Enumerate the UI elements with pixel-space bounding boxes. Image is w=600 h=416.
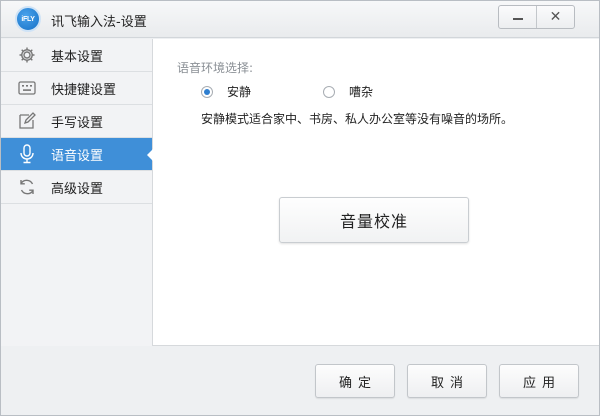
pen-icon bbox=[17, 111, 37, 131]
radio-label: 安静 bbox=[227, 85, 252, 99]
radio-noisy[interactable]: 嘈杂 bbox=[323, 83, 373, 100]
section-label: 语音环境选择: bbox=[177, 61, 254, 75]
minimize-button[interactable] bbox=[499, 6, 536, 28]
settings-window: iFLY 讯飞输入法-设置 ✕ 基本设置 快捷键设置 手写设置 语音设置 高级设… bbox=[0, 0, 600, 416]
close-button[interactable]: ✕ bbox=[536, 6, 574, 28]
sidebar-item-hotkeys[interactable]: 快捷键设置 bbox=[1, 72, 152, 105]
refresh-icon bbox=[17, 177, 37, 197]
radio-quiet[interactable]: 安静 bbox=[201, 83, 251, 100]
apply-button[interactable]: 应用 bbox=[499, 364, 579, 398]
cancel-button[interactable]: 取消 bbox=[407, 364, 487, 398]
sidebar: 基本设置 快捷键设置 手写设置 语音设置 高级设置 bbox=[1, 39, 153, 346]
volume-calibrate-button[interactable]: 音量校准 bbox=[279, 197, 469, 243]
window-controls: ✕ bbox=[498, 5, 575, 29]
microphone-icon bbox=[17, 144, 37, 164]
radio-button[interactable] bbox=[323, 85, 335, 98]
sidebar-item-handwriting[interactable]: 手写设置 bbox=[1, 105, 152, 138]
sidebar-item-voice[interactable]: 语音设置 bbox=[1, 138, 153, 171]
keyboard-icon bbox=[17, 78, 37, 98]
title-bar[interactable]: iFLY 讯飞输入法-设置 ✕ bbox=[1, 1, 599, 38]
voice-settings-panel: 语音环境选择: 安静 嘈杂 安静模式适合家中、书房、私人办公室等没有噪音的场所。… bbox=[153, 39, 599, 346]
sidebar-item-advanced[interactable]: 高级设置 bbox=[1, 171, 152, 204]
window-title: 讯飞输入法-设置 bbox=[51, 15, 147, 30]
ifly-logo-icon: iFLY bbox=[15, 6, 41, 32]
close-icon: ✕ bbox=[549, 9, 562, 25]
radio-label: 嘈杂 bbox=[349, 85, 374, 99]
mode-description: 安静模式适合家中、书房、私人办公室等没有噪音的场所。 bbox=[201, 112, 514, 126]
sidebar-item-label: 语音设置 bbox=[51, 148, 104, 164]
sidebar-item-label: 高级设置 bbox=[51, 181, 104, 197]
gear-icon bbox=[17, 45, 37, 65]
sidebar-item-label: 手写设置 bbox=[51, 115, 104, 131]
ok-button[interactable]: 确定 bbox=[315, 364, 395, 398]
minimize-icon bbox=[512, 18, 523, 20]
logo-text: iFLY bbox=[21, 15, 35, 23]
sidebar-item-basic[interactable]: 基本设置 bbox=[1, 39, 152, 72]
sidebar-item-label: 快捷键设置 bbox=[51, 82, 117, 98]
sidebar-item-label: 基本设置 bbox=[51, 49, 104, 65]
radio-button-checked[interactable] bbox=[201, 85, 213, 98]
